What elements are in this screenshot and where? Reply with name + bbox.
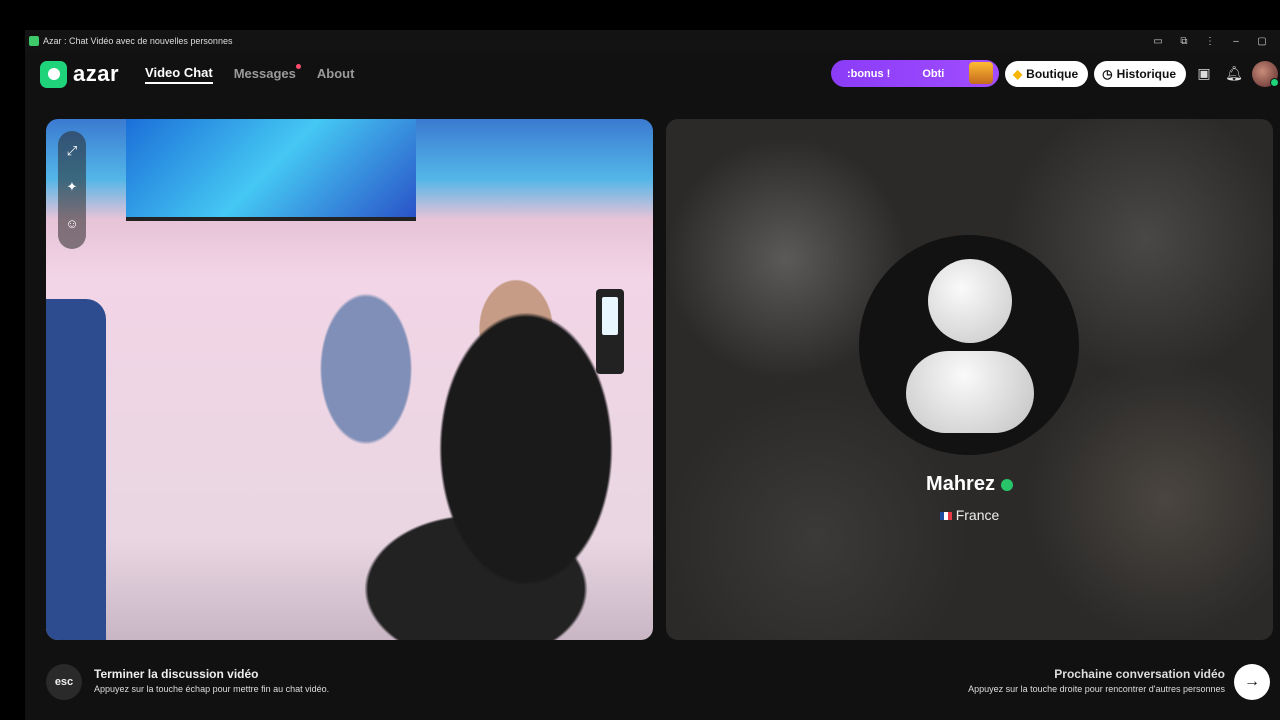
arrow-right-icon: →: [1244, 673, 1260, 690]
tab-messages[interactable]: Messages: [233, 63, 301, 83]
title-bar: Azar : Chat Vidéo avec de nouvelles pers…: [25, 30, 1280, 52]
bonus-promo-banner[interactable]: :bonus ! Obti: [830, 60, 999, 87]
promo-text-1: :bonus !: [846, 67, 891, 80]
background-lamp: [596, 289, 624, 374]
magic-wand-icon[interactable]: ✦: [58, 173, 86, 201]
restore-icon[interactable]: ▢: [1256, 36, 1268, 47]
extension-icon[interactable]: ⧉: [1178, 36, 1190, 47]
background-person: [46, 299, 106, 640]
minimize-icon[interactable]: –: [1230, 36, 1242, 47]
next-chat-description: Appuyez sur la touche droite pour rencon…: [968, 684, 1225, 694]
notification-dot: [295, 63, 301, 69]
tab-video-chat[interactable]: Video Chat: [145, 65, 213, 84]
boutique-button[interactable]: ◆ Boutique: [1004, 60, 1089, 87]
gem-icon: ◆: [1012, 66, 1023, 81]
historique-button[interactable]: ◷ Historique: [1094, 60, 1186, 87]
remote-user-country-row: France: [666, 507, 1273, 523]
tab-about[interactable]: About: [317, 66, 355, 83]
sticker-icon[interactable]: ☺: [58, 209, 86, 237]
end-chat-description: Appuyez sur la touche échap pour mettre …: [94, 684, 330, 694]
next-chat-button[interactable]: →: [1234, 664, 1270, 700]
more-options-icon[interactable]: ⋮: [1204, 36, 1216, 47]
tab-messages-label: Messages: [233, 65, 296, 81]
app-favicon-icon: [29, 36, 39, 46]
azar-logo[interactable]: azar: [40, 60, 120, 88]
window-controls: ▭ ⧉ ⋮ – ▢: [1152, 30, 1280, 52]
avatar-head: [928, 259, 1012, 343]
local-video-panel: ⤢ ✦ ☺: [46, 119, 653, 640]
screen-top-strip: [0, 0, 1280, 30]
background-tv: [126, 119, 416, 221]
end-chat-button[interactable]: esc: [46, 664, 82, 700]
azar-logo-icon: [40, 60, 67, 88]
verified-badge-icon: [1000, 478, 1013, 491]
remote-avatar-placeholder: [859, 235, 1079, 455]
treasure-chest-icon: [968, 62, 993, 84]
remote-user-name: Mahrez: [926, 473, 995, 495]
next-chat-title: Prochaine conversation vidéo: [1054, 667, 1225, 681]
avatar-body: [906, 351, 1034, 433]
navbar-actions: :bonus ! Obti ◆ Boutique ◷ Historique ▣ …: [830, 60, 1280, 87]
historique-label: Historique: [1116, 66, 1176, 81]
end-chat-title: Terminer la discussion vidéo: [94, 667, 259, 681]
main-nav: Video Chat Messages About: [145, 63, 355, 84]
camera-icon[interactable]: ▭: [1152, 36, 1164, 47]
remote-user-country: France: [955, 507, 1000, 523]
logo-text: azar: [73, 61, 120, 86]
user-avatar[interactable]: [1252, 60, 1279, 87]
window-title: Azar : Chat Vidéo avec de nouvelles pers…: [43, 36, 233, 46]
clock-icon: ◷: [1102, 66, 1113, 81]
promo-text-2: Obti: [922, 67, 945, 80]
remote-user-name-row: Mahrez: [666, 473, 1273, 496]
france-flag-icon: [939, 512, 952, 521]
expand-icon[interactable]: ⤢: [58, 137, 86, 165]
top-navbar: azar Video Chat Messages About :bonus ! …: [25, 52, 1280, 96]
remote-video-panel: Mahrez France: [666, 119, 1273, 640]
boutique-label: Boutique: [1026, 66, 1079, 81]
bell-icon[interactable]: 🔔︎: [1222, 62, 1246, 86]
video-tools: ⤢ ✦ ☺: [58, 131, 86, 249]
browser-window: Azar : Chat Vidéo avec de nouvelles pers…: [25, 30, 1280, 720]
store-icon[interactable]: ▣: [1192, 62, 1216, 86]
